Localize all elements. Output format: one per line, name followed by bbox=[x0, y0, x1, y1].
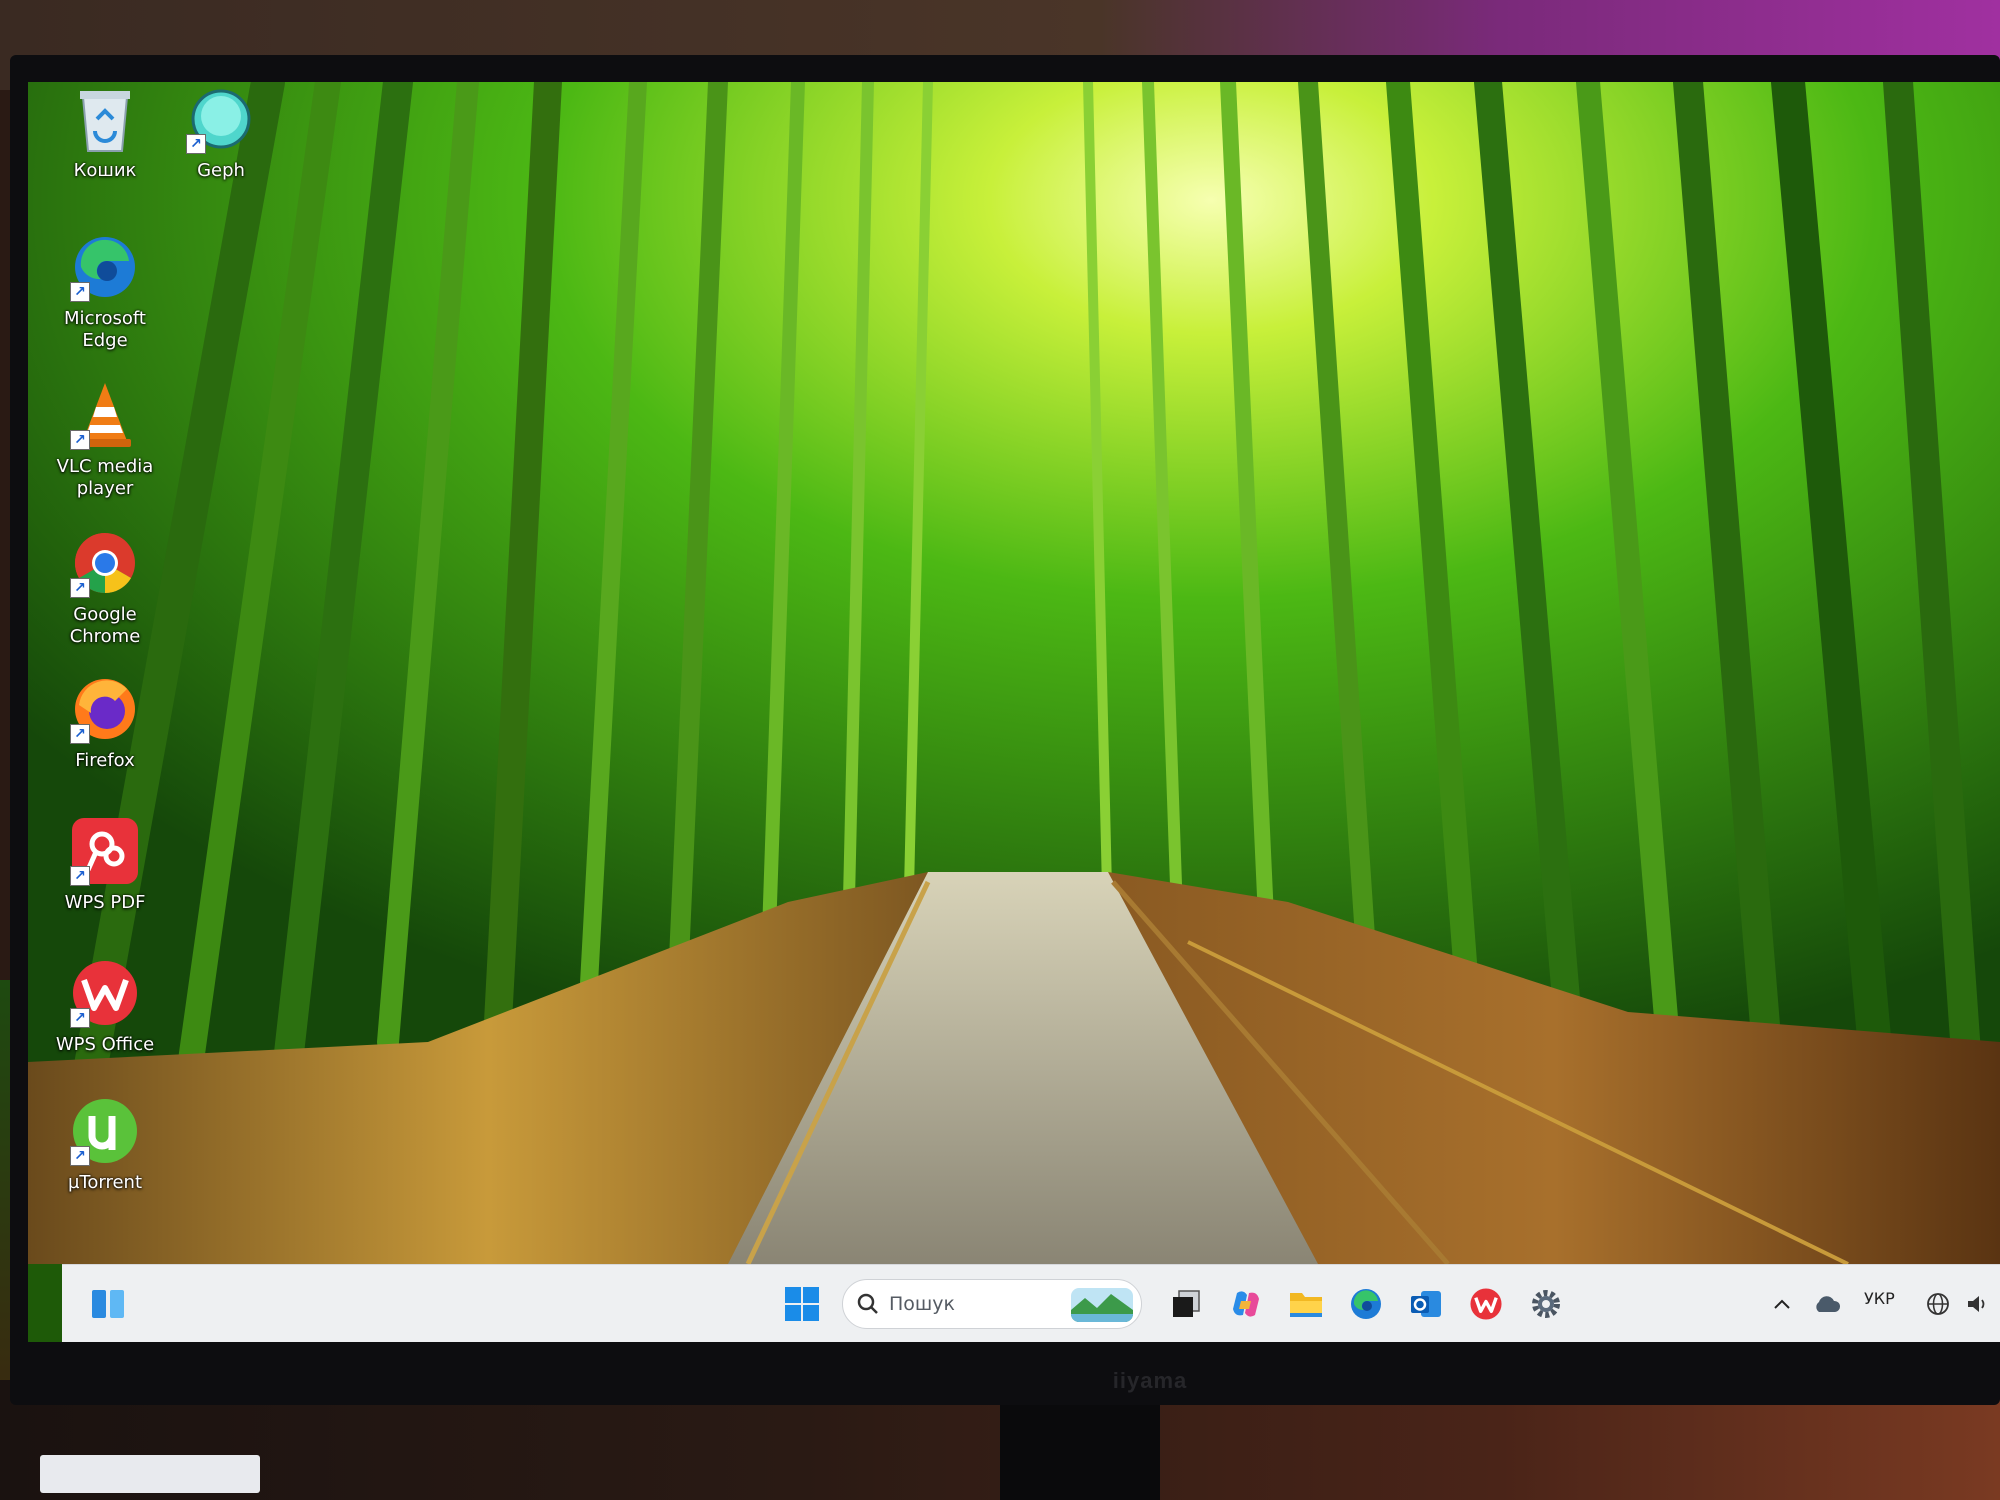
taskbar-search-box[interactable] bbox=[842, 1279, 1142, 1329]
monitor-brand-logo: iiyama bbox=[1112, 1368, 1188, 1393]
chevron-up-icon bbox=[1774, 1299, 1790, 1309]
desktop-icon-label: Кошик bbox=[73, 160, 137, 181]
desktop-icon-label: WPS Office bbox=[55, 1034, 155, 1055]
wps-office-icon bbox=[1470, 1288, 1502, 1320]
start-button[interactable] bbox=[776, 1278, 828, 1330]
volume-tray-button[interactable] bbox=[1960, 1278, 1996, 1330]
globe-network-icon bbox=[1927, 1293, 1949, 1315]
widgets-button[interactable] bbox=[82, 1278, 134, 1330]
desktop-icon-wps-office[interactable]: ↗ WPS Office bbox=[40, 956, 170, 1086]
shortcut-arrow-icon: ↗ bbox=[70, 430, 90, 450]
taskbar: УКР bbox=[62, 1264, 2000, 1342]
desktop-icon-vlc[interactable]: ↗ VLC media player bbox=[40, 378, 170, 508]
edge-icon: ↗ bbox=[68, 230, 142, 304]
shortcut-arrow-icon: ↗ bbox=[70, 866, 90, 886]
desktop-icon-label: VLC media player bbox=[56, 456, 154, 499]
chrome-icon: ↗ bbox=[68, 526, 142, 600]
desktop-wallpaper bbox=[28, 82, 2000, 1264]
desktop-icon-chrome[interactable]: ↗ Google Chrome bbox=[40, 526, 170, 656]
firefox-icon: ↗ bbox=[68, 672, 142, 746]
desktop-screen: Кошик ↗ Geph ↗ Microsoft Edge ↗ VLC medi… bbox=[28, 82, 2000, 1342]
shortcut-arrow-icon: ↗ bbox=[70, 724, 90, 744]
desktop-icon-label: Google Chrome bbox=[69, 604, 141, 647]
recycle-bin-icon bbox=[68, 82, 142, 156]
folder-icon bbox=[1290, 1293, 1322, 1317]
desktop-icon-utorrent[interactable]: ↗ µTorrent bbox=[40, 1094, 170, 1224]
desktop-icon-geph[interactable]: ↗ Geph bbox=[156, 82, 286, 212]
desktop-icon-edge[interactable]: ↗ Microsoft Edge bbox=[40, 230, 170, 360]
copilot-button[interactable] bbox=[1220, 1278, 1272, 1330]
desktop-icon-label: Geph bbox=[197, 160, 245, 181]
search-icon bbox=[857, 1293, 878, 1314]
task-view-button[interactable] bbox=[1160, 1278, 1212, 1330]
shortcut-arrow-icon: ↗ bbox=[70, 1008, 90, 1028]
desktop-icon-area: Кошик ↗ Geph ↗ Microsoft Edge ↗ VLC medi… bbox=[40, 82, 251, 1262]
show-hidden-icons-button[interactable] bbox=[1764, 1278, 1800, 1330]
search-highlight-illustration bbox=[1071, 1288, 1133, 1322]
onedrive-cloud-icon bbox=[1816, 1296, 1841, 1312]
volume-icon bbox=[1968, 1296, 1985, 1312]
edge-icon bbox=[1351, 1289, 1381, 1319]
wps-office-taskbar-button[interactable] bbox=[1460, 1278, 1512, 1330]
outlook-icon bbox=[1411, 1291, 1441, 1317]
search-input[interactable] bbox=[889, 1293, 1049, 1315]
settings-button[interactable] bbox=[1520, 1278, 1572, 1330]
secondary-screen-taskbar bbox=[40, 1455, 260, 1493]
geph-icon: ↗ bbox=[184, 82, 258, 156]
wps-pdf-icon: ↗ bbox=[68, 814, 142, 888]
vlc-icon: ↗ bbox=[68, 378, 142, 452]
file-explorer-button[interactable] bbox=[1280, 1278, 1332, 1330]
desktop-icon-firefox[interactable]: ↗ Firefox bbox=[40, 672, 170, 802]
utorrent-icon: ↗ bbox=[68, 1094, 142, 1168]
desktop-icon-wps-pdf[interactable]: ↗ WPS PDF bbox=[40, 814, 170, 944]
shortcut-arrow-icon: ↗ bbox=[70, 282, 90, 302]
copilot-icon bbox=[1233, 1291, 1259, 1317]
windows-start-icon bbox=[785, 1287, 819, 1321]
edge-taskbar-button[interactable] bbox=[1340, 1278, 1392, 1330]
shortcut-arrow-icon: ↗ bbox=[70, 1146, 90, 1166]
shortcut-arrow-icon: ↗ bbox=[186, 134, 206, 154]
network-tray-button[interactable] bbox=[1920, 1278, 1956, 1330]
settings-gear-icon bbox=[1532, 1290, 1560, 1318]
widgets-icon bbox=[92, 1290, 124, 1318]
task-view-icon bbox=[1173, 1290, 1200, 1317]
wps-office-icon: ↗ bbox=[68, 956, 142, 1030]
desktop-icon-label: µTorrent bbox=[67, 1172, 143, 1193]
onedrive-tray-button[interactable] bbox=[1806, 1278, 1848, 1330]
shortcut-arrow-icon: ↗ bbox=[70, 578, 90, 598]
language-indicator[interactable]: УКР bbox=[1864, 1289, 1895, 1308]
desktop-icon-label: WPS PDF bbox=[64, 892, 146, 913]
desktop-icon-label: Microsoft Edge bbox=[64, 308, 146, 351]
desktop-icon-label: Firefox bbox=[75, 750, 135, 771]
outlook-button[interactable] bbox=[1400, 1278, 1452, 1330]
monitor-stand bbox=[1000, 1405, 1160, 1500]
desktop-icon-recycle-bin[interactable]: Кошик bbox=[40, 82, 170, 212]
